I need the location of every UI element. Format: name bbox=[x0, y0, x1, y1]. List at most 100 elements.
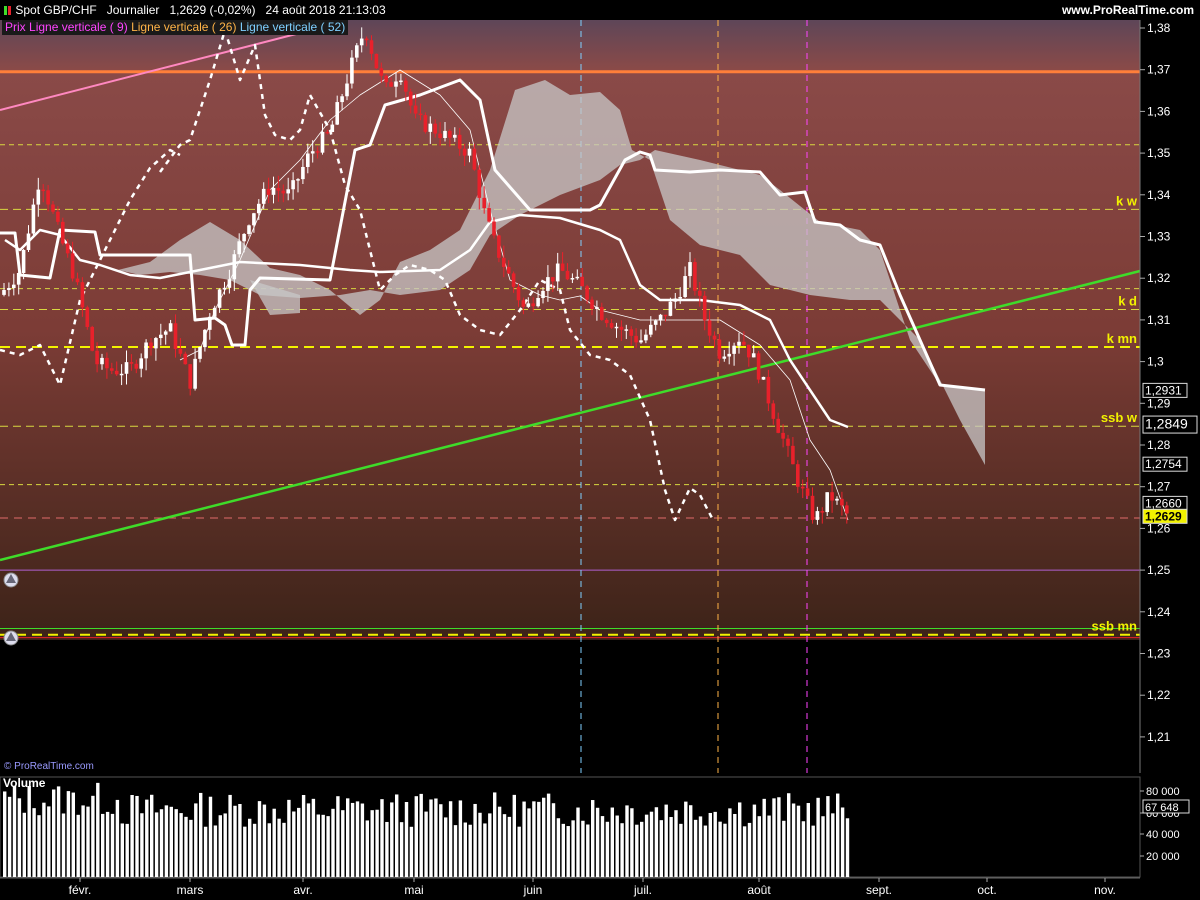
volume-bar bbox=[615, 815, 619, 877]
volume-bar bbox=[488, 813, 492, 877]
volume-bar bbox=[399, 822, 404, 877]
volume-bar bbox=[27, 785, 31, 877]
volume-bar bbox=[777, 797, 781, 877]
volume-bar bbox=[277, 818, 281, 877]
volume-bar bbox=[282, 822, 286, 877]
x-tick-label: avr. bbox=[293, 883, 312, 897]
candle-body bbox=[222, 287, 227, 290]
volume-bar bbox=[738, 802, 742, 877]
volume-bar bbox=[248, 818, 252, 877]
candle-body bbox=[227, 279, 232, 288]
legend-prix[interactable]: Prix bbox=[5, 20, 26, 34]
candle-body bbox=[766, 376, 771, 404]
volume-bar bbox=[659, 820, 663, 877]
volume-bar bbox=[507, 816, 512, 877]
candle-body bbox=[698, 290, 702, 296]
volume-bar bbox=[262, 804, 267, 877]
volume-bar bbox=[453, 825, 458, 877]
candle-body bbox=[570, 278, 575, 280]
volume-bar bbox=[502, 814, 507, 877]
candle-body bbox=[732, 345, 736, 354]
chart-svg: k w k d k mn ssb w ssb mn 1,38 1,37 1,36 1,35 1,… bbox=[0, 20, 1200, 897]
volume-bar bbox=[395, 794, 399, 877]
volume-bar bbox=[194, 803, 198, 877]
volume-bar bbox=[3, 791, 7, 877]
volume-bar bbox=[385, 821, 389, 877]
volume-bar bbox=[292, 811, 296, 877]
candle-body bbox=[80, 282, 85, 308]
legend-vline-9[interactable]: Ligne verticale ( 9) bbox=[29, 20, 128, 34]
candle-body bbox=[110, 368, 114, 371]
volume-bar bbox=[42, 802, 46, 877]
volume-bar bbox=[184, 816, 188, 877]
volume-bar bbox=[669, 817, 673, 877]
volume-bar bbox=[267, 823, 271, 877]
x-tick-label: mars bbox=[177, 883, 204, 897]
volume-bar bbox=[120, 823, 124, 877]
candle-body bbox=[815, 511, 820, 520]
candle-body bbox=[663, 314, 668, 317]
candle-body bbox=[551, 277, 555, 282]
volume-bar bbox=[101, 813, 105, 877]
candle-body bbox=[536, 297, 540, 307]
volume-bar bbox=[752, 804, 757, 877]
volume-bar bbox=[287, 799, 291, 877]
volume-bar bbox=[189, 819, 193, 877]
volume-bar bbox=[110, 813, 115, 877]
volume-bar bbox=[630, 808, 634, 877]
x-tick-label: juil. bbox=[633, 883, 652, 897]
volume-bar bbox=[816, 797, 820, 877]
price-tag-label: 1,2849 bbox=[1145, 416, 1188, 432]
candle-body bbox=[95, 350, 99, 365]
alert-icon[interactable] bbox=[3, 572, 19, 588]
candle-body bbox=[276, 187, 281, 191]
volume-bar bbox=[22, 812, 26, 877]
volume-bar bbox=[350, 802, 355, 877]
candle-body bbox=[286, 189, 290, 194]
y-tick-label: 1,36 bbox=[1147, 104, 1171, 118]
candle-body bbox=[418, 113, 423, 116]
candle-body bbox=[149, 342, 153, 349]
candle-body bbox=[702, 295, 707, 321]
volume-bar bbox=[448, 801, 453, 877]
volume-bar bbox=[458, 800, 463, 877]
candle-body bbox=[173, 323, 178, 349]
price-tag-label: 1,2931 bbox=[1145, 383, 1182, 397]
volume-bar bbox=[733, 813, 737, 877]
volume-bar bbox=[203, 826, 208, 877]
volume-bar bbox=[517, 826, 521, 877]
volume-bar bbox=[145, 799, 149, 877]
volume-bar bbox=[439, 804, 443, 877]
candle-body bbox=[771, 403, 776, 419]
candle-body bbox=[649, 324, 653, 335]
y-tick-label: 1,22 bbox=[1147, 688, 1171, 702]
volume-bar bbox=[836, 793, 840, 877]
volume-bar bbox=[150, 794, 154, 877]
volume-bar bbox=[468, 824, 472, 877]
candle-body bbox=[840, 498, 844, 506]
volume-bar bbox=[576, 807, 580, 877]
volume-bar bbox=[71, 792, 75, 877]
candle-body bbox=[541, 290, 545, 298]
volume-bar bbox=[346, 798, 350, 877]
candle-body bbox=[707, 320, 712, 336]
candle-body bbox=[306, 153, 310, 167]
candle-body bbox=[124, 362, 129, 374]
candle-body bbox=[619, 326, 624, 330]
volume-bar bbox=[86, 806, 90, 877]
legend-vline-26[interactable]: Ligne verticale ( 26) bbox=[131, 20, 236, 34]
candle-body bbox=[119, 373, 124, 376]
candle-body bbox=[614, 326, 619, 329]
volume-bar bbox=[806, 803, 810, 877]
volume-bar bbox=[640, 821, 644, 877]
x-tick-label: août bbox=[747, 883, 771, 897]
site-link[interactable]: www.ProRealTime.com bbox=[1062, 0, 1194, 20]
volume-bar bbox=[380, 799, 384, 877]
legend-vline-52[interactable]: Ligne verticale ( 52) bbox=[240, 20, 345, 34]
candle-body bbox=[423, 115, 428, 132]
volume-bar bbox=[243, 826, 247, 877]
vol-tick-label: 20 000 bbox=[1146, 851, 1180, 863]
candle-body bbox=[761, 376, 766, 380]
volume-bar bbox=[96, 782, 100, 877]
alert-icon-2[interactable] bbox=[3, 630, 19, 646]
